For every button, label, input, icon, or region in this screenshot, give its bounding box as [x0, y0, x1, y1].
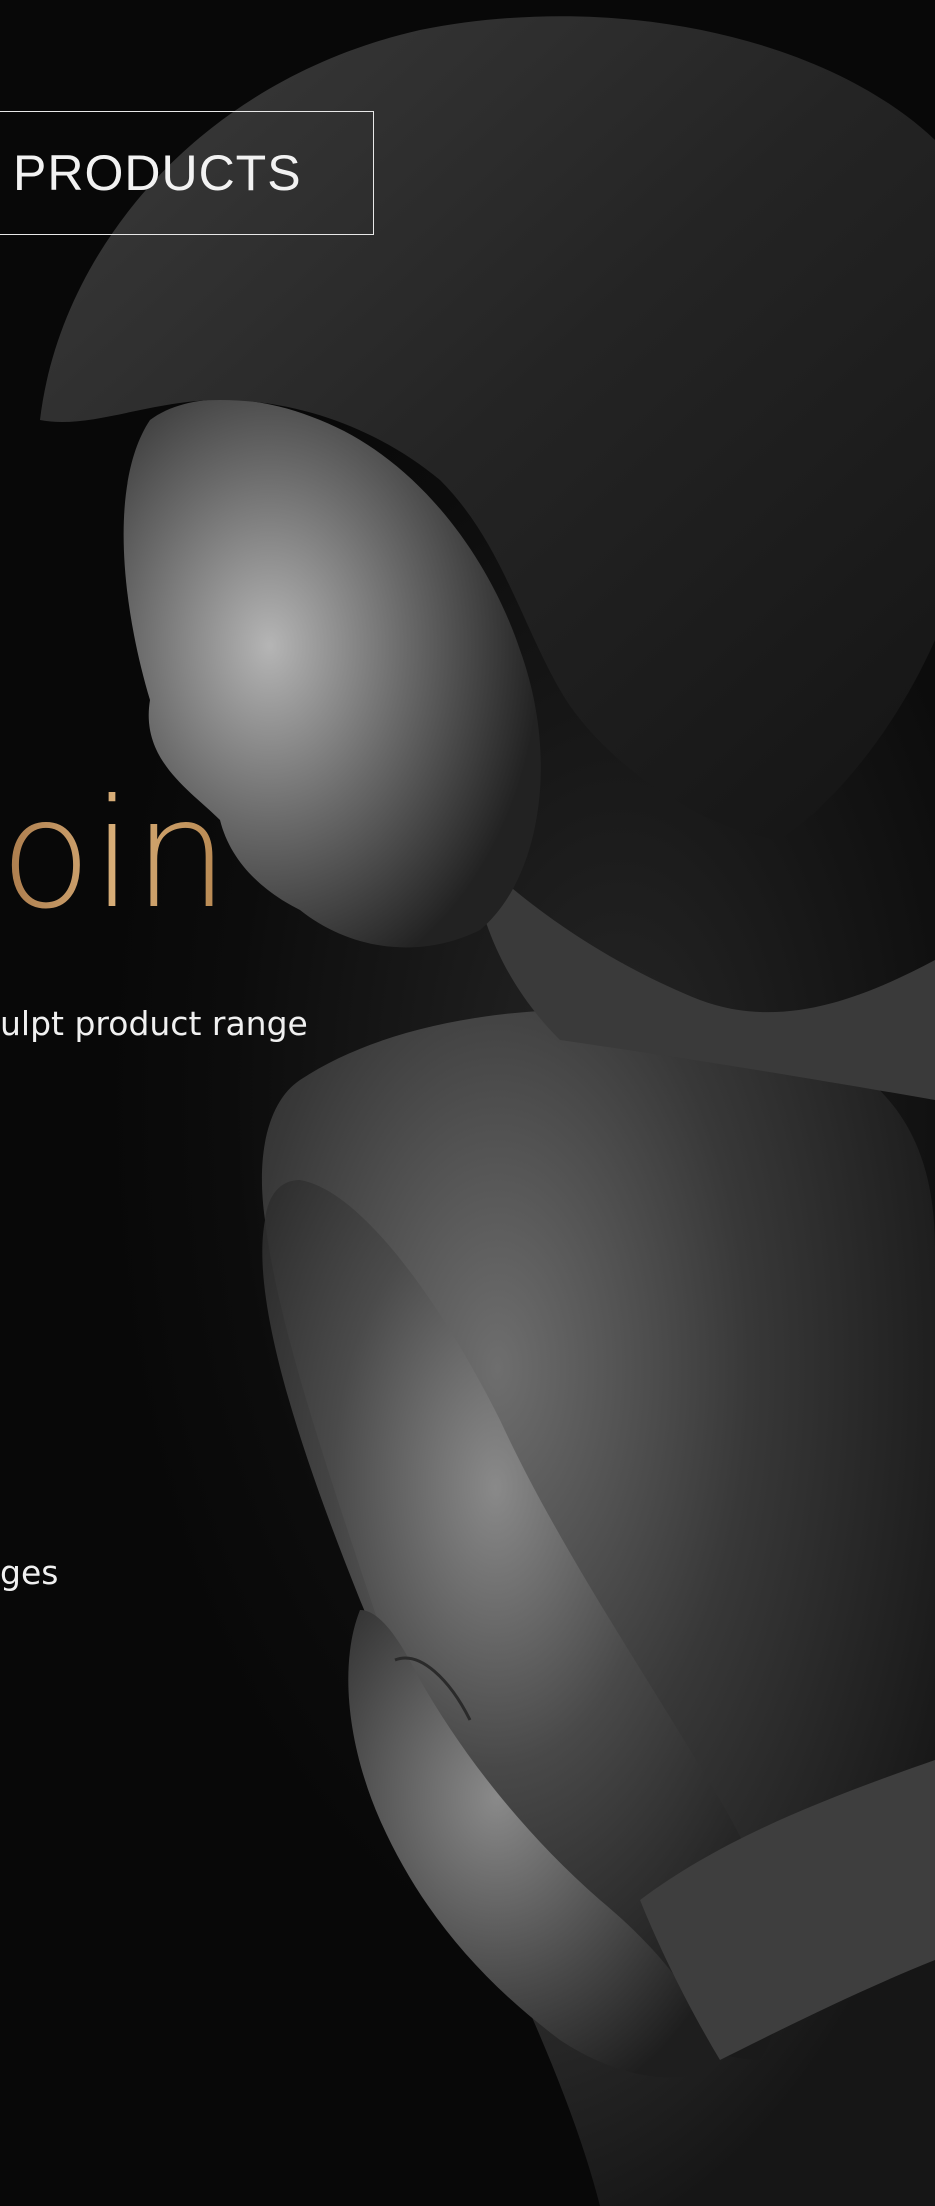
hero-caption: ges [0, 1553, 59, 1592]
hero-subtitle: ulpt product range [0, 1004, 308, 1043]
products-button[interactable]: PRODUCTS [0, 111, 374, 235]
hero-title: oin [0, 768, 229, 942]
hero-section: PRODUCTS oin ulpt product range ges [0, 0, 935, 2206]
hero-photo [40, 16, 935, 2206]
